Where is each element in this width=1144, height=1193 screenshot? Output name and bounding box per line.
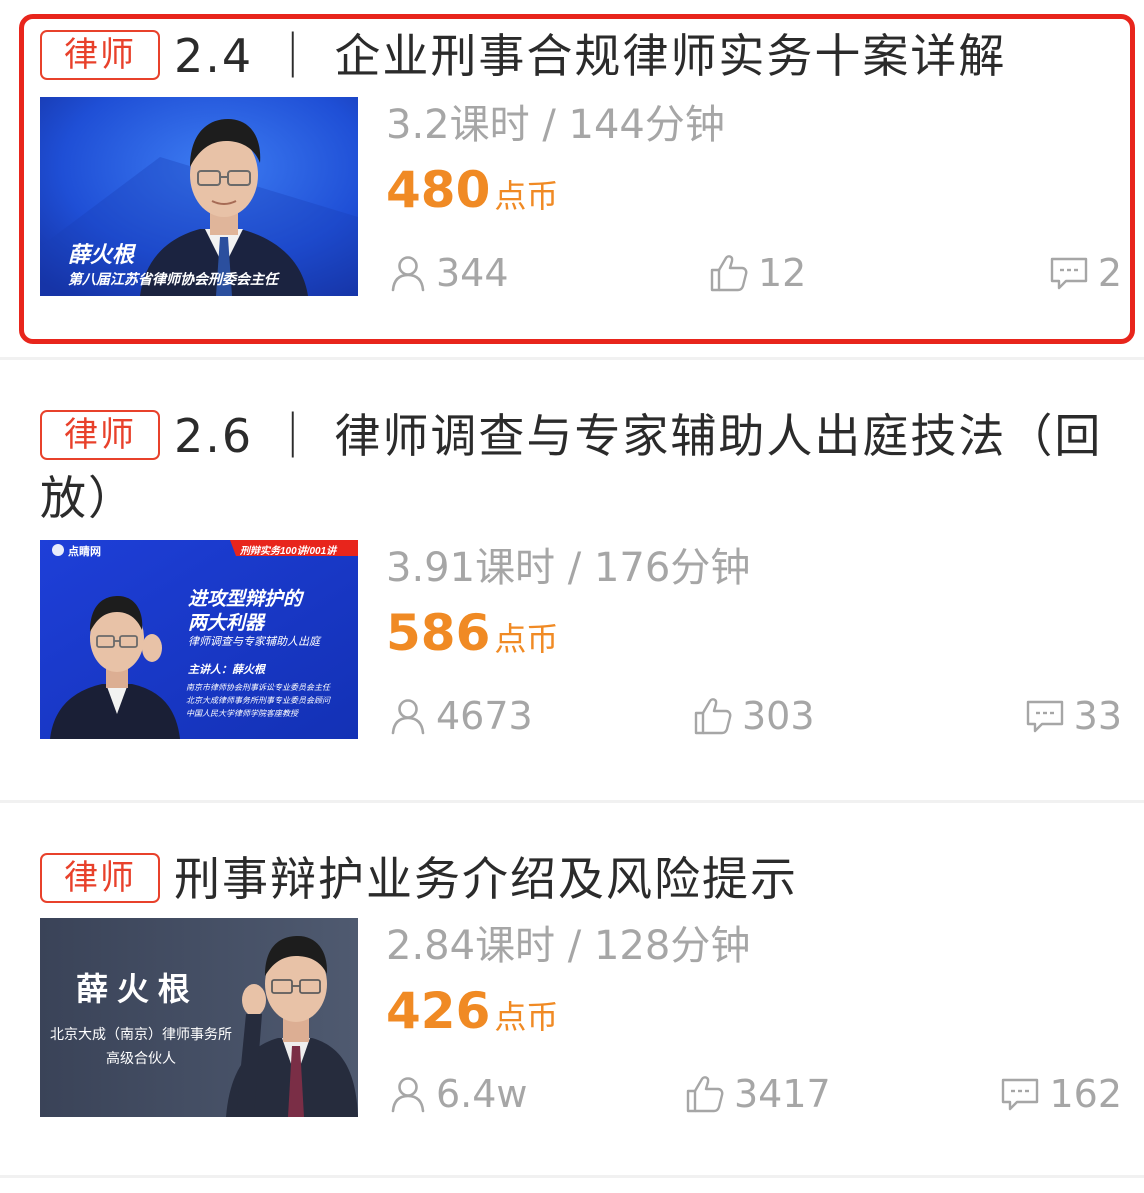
thumbnail-bio-2: 北京大成律师事务所刑事专业委员会顾问 xyxy=(186,696,330,705)
comment-icon[interactable] xyxy=(1048,253,1090,293)
thumbnail-headline-1: 进攻型辩护的 xyxy=(188,589,303,610)
category-tag: 律师 xyxy=(40,410,160,460)
course-duration: 3.2课时 / 144分钟 xyxy=(386,102,725,148)
course-duration: 2.84课时 / 128分钟 xyxy=(386,923,751,969)
thumbnail-name: 薛火根 xyxy=(68,242,135,267)
price-unit: 点币 xyxy=(494,620,559,658)
thumbnail-badge: 刑辩实务100讲/001讲 xyxy=(240,546,337,557)
views-stat: 4673 xyxy=(388,688,533,744)
divider xyxy=(0,1175,1144,1178)
comments-stat[interactable]: 2 xyxy=(1048,245,1122,301)
likes-count: 303 xyxy=(742,694,815,738)
course-thumbnail[interactable]: 薛 火 根 北京大成（南京）律师事务所 高级合伙人 xyxy=(40,918,358,1117)
user-icon xyxy=(391,256,425,292)
course-stats: 6.4w 3417 162 xyxy=(386,1066,1122,1122)
course-card[interactable]: 律师 刑事辩护业务介绍及风险提示 薛 火 根 北京大成（南京）律师事务所 高级合… xyxy=(0,803,1144,1175)
course-title-row[interactable]: 律师 2.4 ｜ 企业刑事合规律师实务十案详解 xyxy=(40,25,1114,87)
thumbs-up-icon[interactable] xyxy=(708,252,750,294)
comment-icon[interactable] xyxy=(1024,696,1066,736)
thumbnail-image xyxy=(40,918,358,1117)
price-value: 426 xyxy=(386,982,491,1040)
category-tag: 律师 xyxy=(40,30,160,80)
views-stat: 6.4w xyxy=(388,1066,528,1122)
price-value: 586 xyxy=(386,604,491,662)
thumbnail-role: 高级合伙人 xyxy=(106,1050,176,1066)
thumbs-up-icon[interactable] xyxy=(684,1073,726,1115)
views-stat: 344 xyxy=(388,245,509,301)
comment-icon[interactable] xyxy=(999,1074,1041,1114)
course-price: 426 点币 xyxy=(386,980,558,1042)
likes-stat[interactable]: 12 xyxy=(708,245,806,301)
likes-count: 12 xyxy=(758,251,807,295)
course-card[interactable]: 律师 2.4 ｜ 企业刑事合规律师实务十案详解 薛火根 第八届江苏省律师协会刑委… xyxy=(0,0,1144,357)
course-price: 480 点币 xyxy=(386,159,558,221)
thumbs-up-icon[interactable] xyxy=(692,695,734,737)
thumbnail-name: 薛 火 根 xyxy=(76,971,190,1007)
user-icon xyxy=(391,699,425,735)
likes-stat[interactable]: 3417 xyxy=(684,1066,831,1122)
views-count: 344 xyxy=(436,251,509,295)
price-unit: 点币 xyxy=(494,177,559,215)
thumbnail-brand: 点睛网 xyxy=(68,546,101,558)
views-count: 6.4w xyxy=(436,1072,528,1116)
comments-stat[interactable]: 162 xyxy=(999,1066,1122,1122)
thumbnail-headline-2: 两大利器 xyxy=(188,613,265,634)
price-value: 480 xyxy=(386,161,491,219)
thumbnail-subtitle: 第八届江苏省律师协会刑委会主任 xyxy=(68,271,278,287)
comments-count: 33 xyxy=(1073,694,1122,738)
user-icon xyxy=(391,1077,425,1113)
price-unit: 点币 xyxy=(494,998,559,1036)
thumbnail-bio-1: 南京市律师协会刑事诉讼专业委员会主任 xyxy=(186,683,330,692)
course-duration: 3.91课时 / 176分钟 xyxy=(386,545,751,591)
thumbnail-speaker: 主讲人：薛火根 xyxy=(188,664,265,676)
course-title-row[interactable]: 律师 2.6 ｜ 律师调查与专家辅助人出庭技法（回放） xyxy=(40,405,1114,529)
course-stats: 4673 303 33 xyxy=(386,688,1122,744)
course-title-row[interactable]: 律师 刑事辩护业务介绍及风险提示 xyxy=(40,848,1114,910)
course-title[interactable]: 刑事辩护业务介绍及风险提示 xyxy=(174,852,798,906)
comments-stat[interactable]: 33 xyxy=(1024,688,1122,744)
course-title[interactable]: 2.6 ｜ 律师调查与专家辅助人出庭技法（回放） xyxy=(40,409,1102,525)
category-tag: 律师 xyxy=(40,853,160,903)
course-title[interactable]: 2.4 ｜ 企业刑事合规律师实务十案详解 xyxy=(174,29,1006,83)
course-thumbnail[interactable]: 点睛网 刑辩实务100讲/001讲 进攻型辩护的 两大利器 律师调查与专家辅助人… xyxy=(40,540,358,739)
course-list: 律师 2.4 ｜ 企业刑事合规律师实务十案详解 薛火根 第八届江苏省律师协会刑委… xyxy=(0,0,1144,1193)
course-stats: 344 12 2 xyxy=(386,245,1122,301)
course-card[interactable]: 律师 2.6 ｜ 律师调查与专家辅助人出庭技法（回放） 点睛网 刑辩实务100讲… xyxy=(0,360,1144,800)
likes-stat[interactable]: 303 xyxy=(692,688,815,744)
views-count: 4673 xyxy=(436,694,533,738)
course-thumbnail[interactable]: 薛火根 第八届江苏省律师协会刑委会主任 xyxy=(40,97,358,296)
thumbnail-subline: 律师调查与专家辅助人出庭 xyxy=(188,636,320,648)
course-price: 586 点币 xyxy=(386,602,558,664)
comments-count: 2 xyxy=(1097,251,1122,295)
comments-count: 162 xyxy=(1049,1072,1122,1116)
thumbnail-firm: 北京大成（南京）律师事务所 xyxy=(50,1026,232,1042)
thumbnail-bio-3: 中国人民大学律师学院客座教授 xyxy=(186,709,298,718)
likes-count: 3417 xyxy=(734,1072,831,1116)
